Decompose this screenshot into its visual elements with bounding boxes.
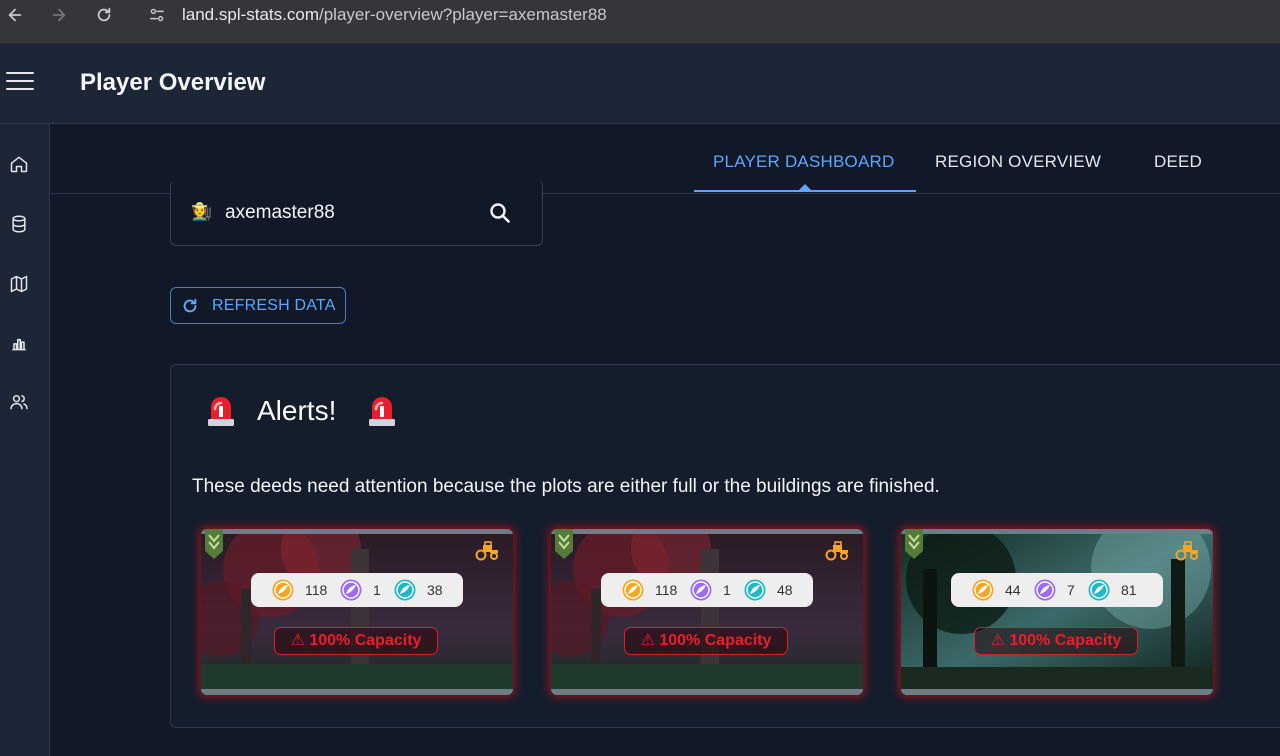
grain-value: 118 xyxy=(655,582,678,598)
deed-scene-image xyxy=(201,529,513,695)
deed-scene-image xyxy=(901,529,1213,695)
grain-resource-icon xyxy=(622,579,644,601)
research-resource-icon xyxy=(340,579,362,601)
player-search-value[interactable]: axemaster88 xyxy=(225,202,335,224)
home-icon[interactable] xyxy=(7,152,31,176)
wood-resource-icon xyxy=(1088,579,1110,601)
grain-value: 118 xyxy=(305,582,328,598)
wood-value: 81 xyxy=(1121,582,1137,598)
wood-value: 48 xyxy=(777,582,793,598)
sidebar xyxy=(0,124,50,756)
resource-pill: 118 1 38 xyxy=(251,573,463,607)
grain-value: 44 xyxy=(1005,582,1021,598)
wood-resource-icon xyxy=(744,579,766,601)
site-settings-icon[interactable] xyxy=(146,4,168,26)
users-icon[interactable] xyxy=(7,390,31,414)
refresh-data-label: REFRESH DATA xyxy=(212,297,336,314)
tractor-icon xyxy=(1175,541,1198,561)
back-arrow-icon[interactable] xyxy=(4,4,26,26)
deed-scene-image xyxy=(551,529,863,695)
resource-pill: 44 7 81 xyxy=(951,573,1163,607)
research-value: 7 xyxy=(1067,582,1075,598)
hamburger-menu-icon[interactable] xyxy=(6,72,34,94)
wood-value: 38 xyxy=(427,582,443,598)
grain-resource-icon xyxy=(972,579,994,601)
refresh-data-button[interactable]: REFRESH DATA xyxy=(170,287,346,324)
research-resource-icon xyxy=(1034,579,1056,601)
deed-alert-card[interactable]: 118 1 38 ⚠ 100% Capacity xyxy=(201,529,513,695)
active-tab-underline xyxy=(694,190,916,192)
tab-deed[interactable]: DEED xyxy=(1154,152,1202,172)
alerts-description: These deeds need attention because the p… xyxy=(192,476,940,497)
tab-region-overview[interactable]: REGION OVERVIEW xyxy=(935,152,1101,172)
wood-resource-icon xyxy=(394,579,416,601)
resource-pill: 118 1 48 xyxy=(601,573,813,607)
siren-icon xyxy=(369,397,395,426)
alerts-title: Alerts! xyxy=(257,395,337,426)
grain-resource-icon xyxy=(272,579,294,601)
url-path: /player-overview?player=axemaster88 xyxy=(319,5,607,24)
bar-chart-icon[interactable] xyxy=(7,331,31,355)
app-header: Player Overview xyxy=(0,44,1280,124)
reload-icon[interactable] xyxy=(93,4,115,26)
capacity-alert-badge: ⚠ 100% Capacity xyxy=(974,627,1138,655)
research-resource-icon xyxy=(690,579,712,601)
search-icon[interactable] xyxy=(487,200,513,226)
tractor-icon xyxy=(825,541,848,561)
page-title: Player Overview xyxy=(80,69,266,96)
siren-icon xyxy=(208,397,234,426)
refresh-icon xyxy=(183,298,197,313)
research-value: 1 xyxy=(373,582,381,598)
tractor-icon xyxy=(475,541,498,561)
forward-arrow-icon[interactable] xyxy=(48,4,70,26)
alerts-panel: Alerts! These deeds need attention becau… xyxy=(170,364,1280,728)
map-icon[interactable] xyxy=(7,272,31,296)
tab-player-dashboard[interactable]: PLAYER DASHBOARD xyxy=(713,152,894,172)
address-bar[interactable]: land.spl-stats.com/player-overview?playe… xyxy=(182,4,607,26)
deed-alert-card[interactable]: 118 1 48 ⚠ 100% Capacity xyxy=(551,529,863,695)
player-search-input[interactable]: 🧑‍🌾 axemaster88 xyxy=(170,180,543,246)
farmer-icon: 🧑‍🌾 xyxy=(191,202,213,221)
url-host: land.spl-stats.com xyxy=(182,5,319,24)
database-icon[interactable] xyxy=(7,212,31,236)
deed-alert-card[interactable]: 44 7 81 ⚠ 100% Capacity xyxy=(901,529,1213,695)
capacity-alert-badge: ⚠ 100% Capacity xyxy=(624,627,788,655)
capacity-alert-badge: ⚠ 100% Capacity xyxy=(274,627,438,655)
browser-toolbar: land.spl-stats.com/player-overview?playe… xyxy=(0,0,1280,44)
research-value: 1 xyxy=(723,582,731,598)
